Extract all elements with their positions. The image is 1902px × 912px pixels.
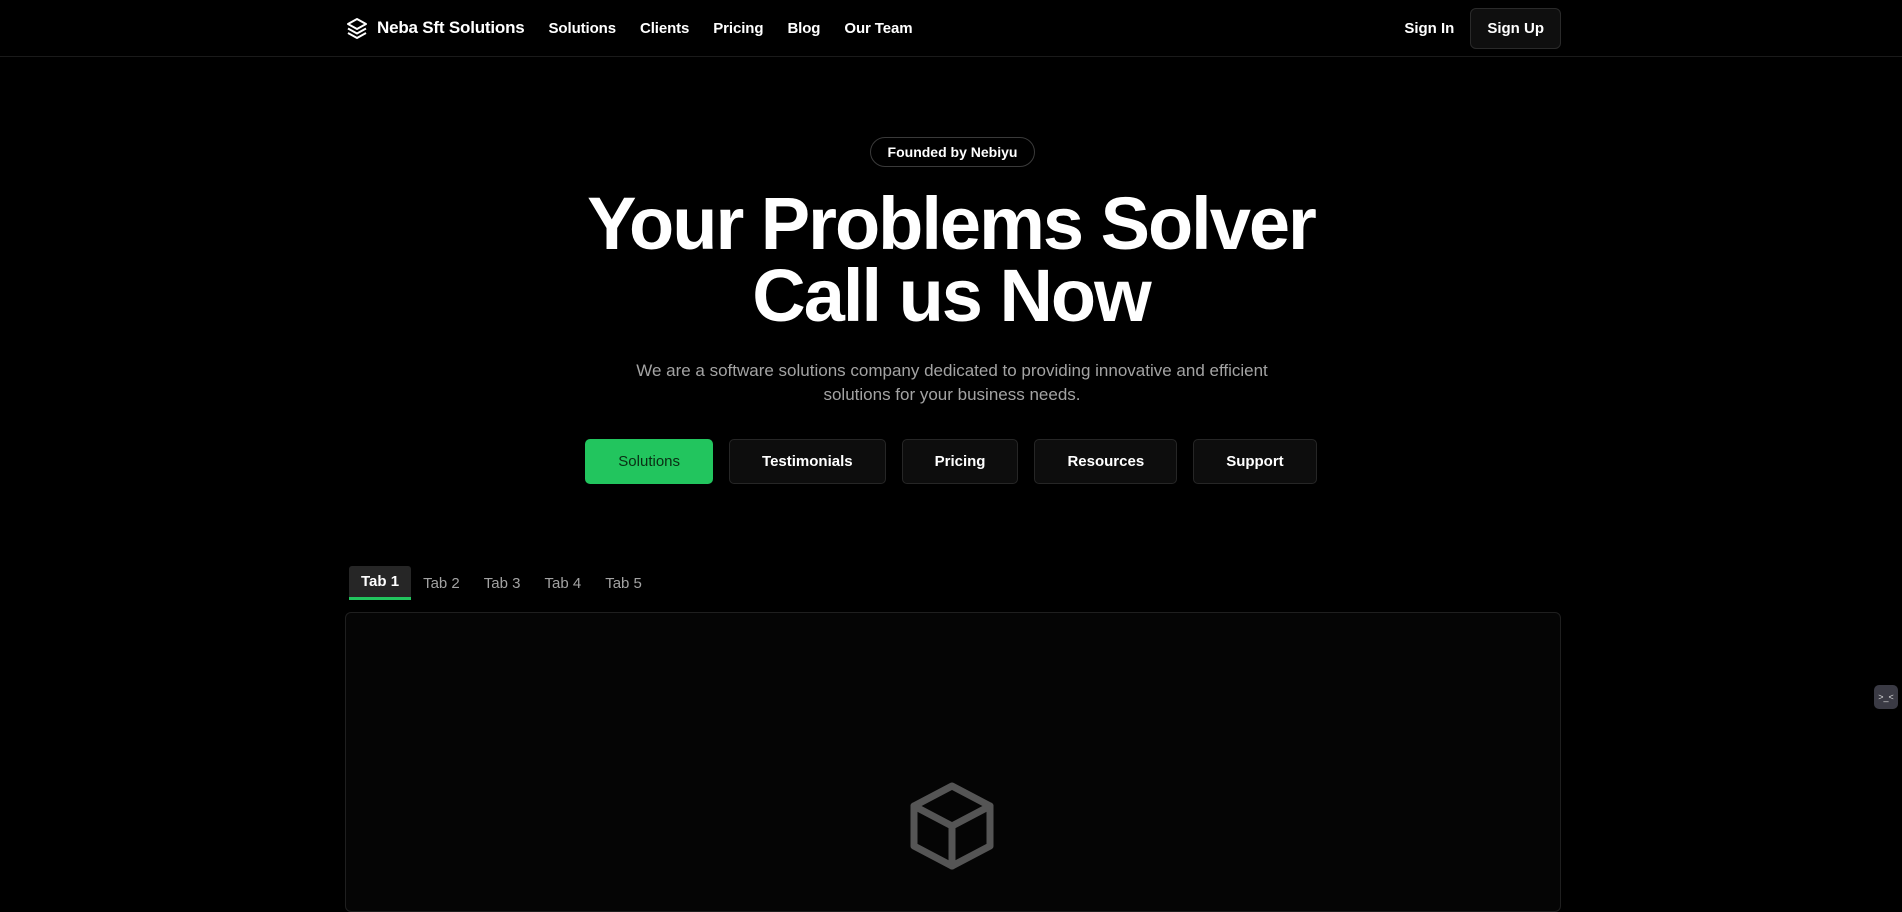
nav-link-clients[interactable]: Clients xyxy=(640,20,689,37)
hero-button-row: Solutions Testimonials Pricing Resources… xyxy=(0,439,1902,484)
brand-name: Neba Sft Solutions xyxy=(377,18,525,37)
testimonials-button[interactable]: Testimonials xyxy=(729,439,886,484)
resources-button[interactable]: Resources xyxy=(1034,439,1178,484)
nav-link-solutions[interactable]: Solutions xyxy=(549,20,617,37)
pricing-button[interactable]: Pricing xyxy=(901,439,1019,484)
tab-4[interactable]: Tab 4 xyxy=(532,566,593,600)
tab-3[interactable]: Tab 3 xyxy=(472,566,533,600)
navbar-inner: Neba Sft Solutions Solutions Clients Pri… xyxy=(345,0,1561,56)
main-nav: Solutions Clients Pricing Blog Our Team xyxy=(549,20,937,37)
hero-title: Your Problems Solver Call us Now xyxy=(0,187,1902,333)
sign-in-link[interactable]: Sign In xyxy=(1404,20,1454,37)
solutions-button[interactable]: Solutions xyxy=(585,439,714,484)
hero-title-line-2: Call us Now xyxy=(752,254,1151,337)
tab-list: Tab 1 Tab 2 Tab 3 Tab 4 Tab 5 xyxy=(349,566,654,600)
brand-logo[interactable]: Neba Sft Solutions xyxy=(345,16,525,40)
nav-actions: Sign In Sign Up xyxy=(1404,7,1561,49)
hero-title-line-1: Your Problems Solver xyxy=(587,182,1317,265)
layers-icon xyxy=(347,18,367,39)
nav-link-blog[interactable]: Blog xyxy=(787,20,820,37)
founder-badge: Founded by Nebiyu xyxy=(870,137,1035,167)
nav-link-our-team[interactable]: Our Team xyxy=(844,20,912,37)
top-navbar: Neba Sft Solutions Solutions Clients Pri… xyxy=(0,0,1902,57)
nav-link-pricing[interactable]: Pricing xyxy=(713,20,763,37)
tab-5[interactable]: Tab 5 xyxy=(593,566,654,600)
sign-up-button[interactable]: Sign Up xyxy=(1470,7,1561,49)
box-icon xyxy=(910,782,994,870)
hero-subtitle: We are a software solutions company dedi… xyxy=(636,361,1268,404)
code-face-icon[interactable]: >_< xyxy=(1874,685,1898,709)
tab-2[interactable]: Tab 2 xyxy=(411,566,472,600)
support-button[interactable]: Support xyxy=(1193,439,1317,484)
tab-1[interactable]: Tab 1 xyxy=(349,566,412,600)
